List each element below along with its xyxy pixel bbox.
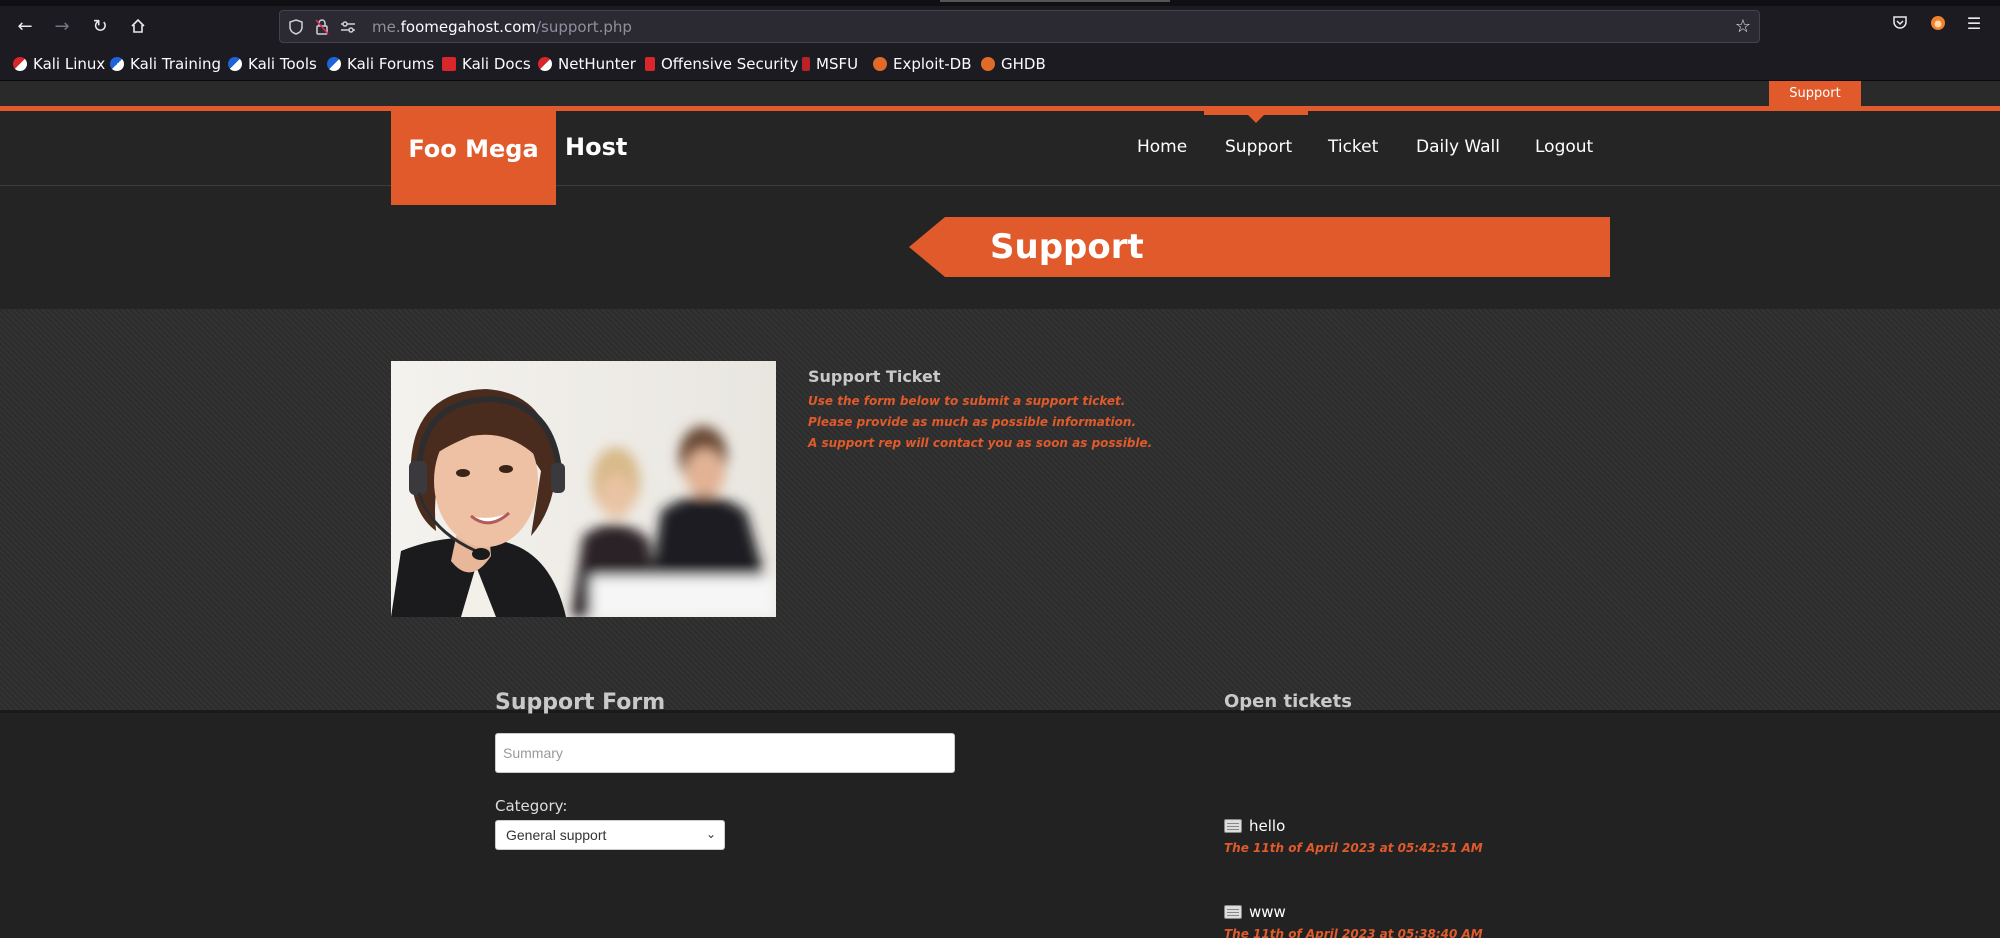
hamburger-menu-icon[interactable]: ☰ — [1962, 14, 1986, 38]
ticket-item[interactable]: hello The 11th of April 2023 at 05:42:51… — [1224, 817, 1483, 855]
nav-ticket[interactable]: Ticket — [1328, 137, 1378, 157]
tab-strip — [0, 0, 2000, 6]
nav-active-pointer — [1248, 115, 1264, 123]
form-area — [0, 710, 2000, 938]
kali-tools-favicon-icon — [228, 57, 242, 71]
bookmark-kali-training[interactable]: Kali Training — [110, 53, 221, 75]
support-agent-photo — [391, 361, 776, 617]
bookmark-exploit-db[interactable]: Exploit-DB — [873, 53, 972, 75]
bookmark-label: Kali Forums — [347, 55, 435, 73]
bookmark-label: Kali Tools — [248, 55, 317, 73]
bookmark-label: NetHunter — [558, 55, 636, 73]
ticket-item[interactable]: www The 11th of April 2023 at 05:38:40 A… — [1224, 903, 1483, 938]
ticket-date: The 11th of April 2023 at 05:42:51 AM — [1224, 841, 1483, 855]
intro-line: Use the form below to submit a support t… — [808, 394, 1126, 408]
bookmark-star-icon[interactable]: ☆ — [1735, 16, 1751, 37]
offensive-security-favicon-icon — [645, 57, 655, 71]
bookmark-label: Offensive Security — [661, 55, 799, 73]
support-form-title: Support Form — [495, 690, 666, 715]
bookmark-ghdb[interactable]: GHDB — [981, 53, 1046, 75]
nethunter-favicon-icon — [538, 57, 552, 71]
support-ticket-title: Support Ticket — [808, 367, 941, 386]
bookmark-label: Kali Docs — [462, 55, 531, 73]
browser-toolbar: ← → ↻ me.foomegahost.com/support.php ☆ ☰… — [0, 0, 2000, 80]
intro-line: Please provide as much as possible infor… — [808, 415, 1137, 429]
nav-support[interactable]: Support — [1225, 137, 1292, 157]
bookmark-kali-linux[interactable]: Kali Linux — [13, 53, 105, 75]
lock-icon[interactable] — [312, 17, 332, 37]
site-logo-host[interactable]: Host — [565, 133, 627, 161]
banner-arrow — [909, 217, 945, 277]
bookmark-label: Exploit-DB — [893, 55, 972, 73]
url-host: foomegahost.com — [400, 18, 536, 36]
site-header — [0, 111, 2000, 186]
top-strip — [0, 81, 2000, 106]
ticket-icon — [1224, 819, 1242, 833]
active-tab-indicator — [940, 0, 1170, 2]
bookmarks-bar: Kali Linux Kali Training Kali Tools Kali… — [0, 50, 2000, 78]
bookmark-msfu[interactable]: MSFU — [802, 53, 858, 75]
nav-logout[interactable]: Logout — [1535, 137, 1593, 157]
kali-docs-favicon-icon — [442, 57, 456, 71]
kali-forums-favicon-icon — [327, 57, 341, 71]
bookmark-kali-forums[interactable]: Kali Forums — [327, 53, 434, 75]
ghdb-favicon-icon — [981, 57, 995, 71]
site-logo[interactable]: Foo Mega — [391, 111, 556, 205]
nav-home[interactable]: Home — [1137, 137, 1187, 157]
reload-icon[interactable]: ↻ — [86, 12, 114, 40]
open-tickets-title: Open tickets — [1224, 691, 1352, 712]
bookmark-label: Kali Linux — [33, 55, 106, 73]
bookmark-nethunter[interactable]: NetHunter — [538, 53, 636, 75]
bookmark-offensive-security[interactable]: Offensive Security — [645, 53, 798, 75]
kali-linux-favicon-icon — [13, 57, 27, 71]
summary-input[interactable] — [495, 733, 955, 773]
support-top-tab[interactable]: Support — [1769, 81, 1861, 106]
kali-training-favicon-icon — [110, 57, 124, 71]
bookmark-label: Kali Training — [130, 55, 222, 73]
chevron-down-icon: ⌄ — [705, 827, 716, 841]
bookmark-label: GHDB — [1001, 55, 1046, 73]
bookmark-kali-docs[interactable]: Kali Docs — [442, 53, 531, 75]
pocket-icon[interactable] — [1888, 14, 1912, 38]
shield-icon[interactable] — [286, 17, 306, 37]
ticket-date: The 11th of April 2023 at 05:38:40 AM — [1224, 927, 1483, 938]
url-prefix: me. — [372, 18, 401, 36]
address-bar[interactable]: me.foomegahost.com/support.php ☆ — [279, 10, 1760, 43]
page-title: Support — [945, 217, 1610, 277]
extension-fox-icon[interactable] — [1926, 14, 1950, 38]
back-arrow-icon[interactable]: ← — [11, 12, 39, 40]
home-icon[interactable] — [124, 12, 152, 40]
web-page: Support Foo Mega Host Home Support Ticke… — [0, 81, 2000, 938]
msfu-favicon-icon — [802, 57, 810, 71]
intro-line: A support rep will contact you as soon a… — [808, 436, 1153, 450]
ticket-name: hello — [1249, 817, 1286, 835]
bookmark-kali-tools[interactable]: Kali Tools — [228, 53, 317, 75]
content-area — [0, 309, 2000, 710]
category-selected-value: General support — [506, 827, 607, 843]
exploit-db-favicon-icon — [873, 57, 887, 71]
ticket-name: www — [1249, 903, 1286, 921]
url-path: /support.php — [535, 18, 632, 36]
category-label: Category: — [495, 797, 568, 815]
nav-daily-wall[interactable]: Daily Wall — [1416, 137, 1500, 157]
category-select[interactable]: General support ⌄ — [495, 820, 725, 850]
url-text[interactable]: me.foomegahost.com/support.php — [372, 18, 632, 36]
forward-arrow-icon[interactable]: → — [48, 12, 76, 40]
permissions-icon[interactable] — [338, 17, 358, 37]
bookmark-label: MSFU — [816, 55, 859, 73]
ticket-icon — [1224, 905, 1242, 919]
